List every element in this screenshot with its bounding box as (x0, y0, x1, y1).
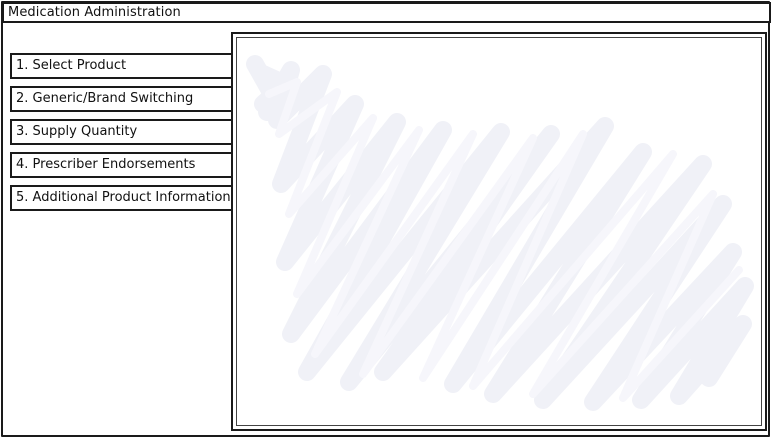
sidebar-item-prescriber-endorsements[interactable]: 4. Prescriber Endorsements (10, 152, 235, 178)
scribble-placeholder-image (246, 55, 754, 411)
window-title-bar: Medication Administration (2, 2, 771, 23)
sidebar-item-additional-product-information[interactable]: 5. Additional Product Information (10, 185, 235, 211)
sidebar-item-label: 4. Prescriber Endorsements (16, 157, 196, 172)
sidebar-item-label: 2. Generic/Brand Switching (16, 91, 194, 106)
sidebar-item-generic-brand-switching[interactable]: 2. Generic/Brand Switching (10, 86, 235, 112)
sidebar-item-label: 3. Supply Quantity (16, 124, 138, 139)
sidebar-item-label: 5. Additional Product Information (16, 190, 231, 205)
sidebar-item-label: 1. Select Product (16, 58, 127, 73)
content-panel (231, 32, 767, 431)
sidebar-item-supply-quantity[interactable]: 3. Supply Quantity (10, 119, 235, 145)
window-title: Medication Administration (8, 5, 181, 20)
sidebar-item-select-product[interactable]: 1. Select Product (10, 53, 235, 79)
